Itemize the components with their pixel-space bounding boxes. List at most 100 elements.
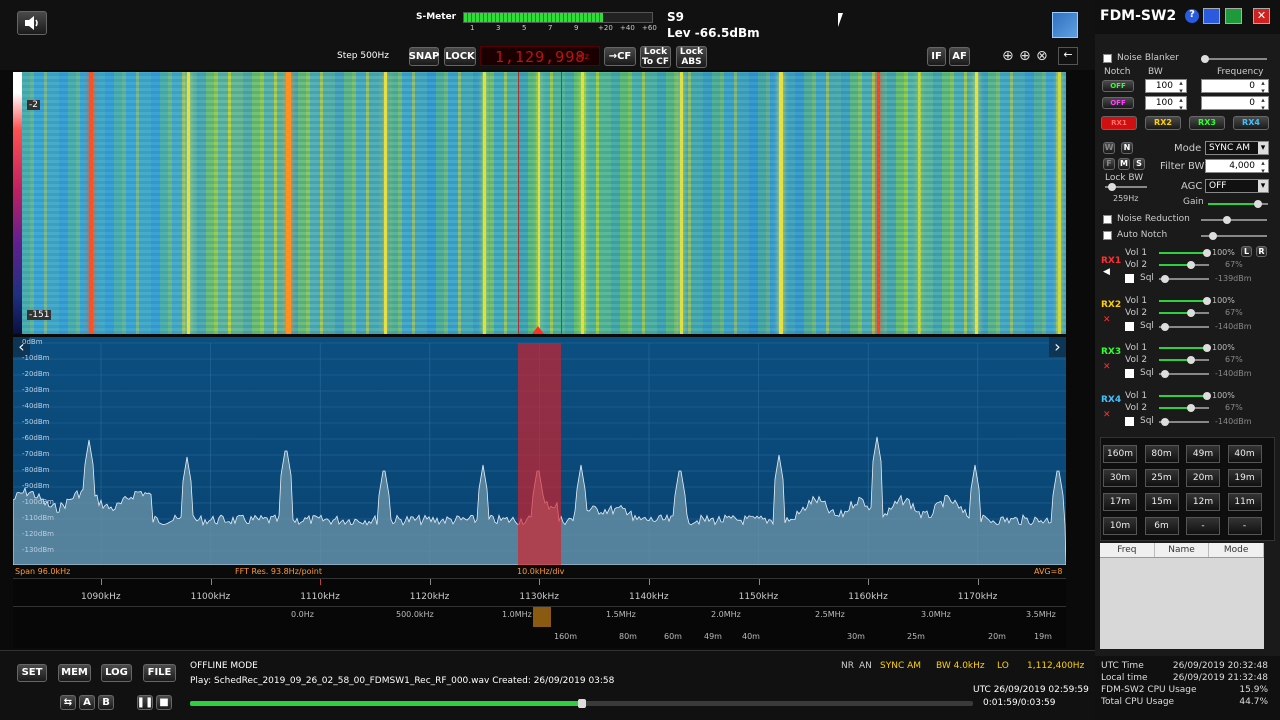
vol1-knob[interactable] [1203,391,1211,400]
vol1-slider[interactable] [1159,296,1211,305]
notch-1-toggle[interactable]: OFF [1102,80,1134,92]
band-button-12m[interactable]: 12m [1186,493,1220,511]
lock-to-cf-button[interactable]: Lock To CF [640,46,671,68]
mode-select[interactable]: SYNC AM [1205,141,1269,155]
band-button-30m[interactable]: 30m [1103,469,1137,487]
band-button-17m[interactable]: 17m [1103,493,1137,511]
sql-checkbox[interactable] [1125,416,1134,426]
vol1-knob[interactable] [1203,249,1211,257]
noise-reduction-slider[interactable] [1201,216,1267,224]
speaker-button[interactable] [17,11,47,35]
snap-button[interactable]: SNAP [409,47,439,66]
filter-s-button[interactable]: S [1133,158,1145,170]
tuning-marker-icon[interactable] [532,326,544,334]
auto-notch-slider[interactable] [1201,232,1267,240]
rx1-tab[interactable]: RX1 [1101,116,1137,130]
maximize-button[interactable] [1225,8,1242,24]
mem-button[interactable]: MEM [58,664,91,682]
notch-2-bw[interactable]: 100 [1145,96,1187,112]
rx2-tab[interactable]: RX2 [1145,116,1181,130]
gain-slider[interactable] [1208,200,1268,208]
speaker-mute-icon[interactable]: ✕ [1103,410,1111,420]
af-button[interactable]: AF [949,47,970,66]
filter-passband[interactable] [518,343,561,565]
vol1-slider[interactable] [1159,344,1211,352]
sql-slider[interactable] [1159,275,1209,283]
rx4-tab[interactable]: RX4 [1233,116,1269,130]
vol2-slider[interactable] [1159,356,1209,364]
filter-m-button[interactable]: M [1118,158,1130,170]
memory-column-name[interactable]: Name [1155,543,1210,557]
auto-notch-checkbox[interactable] [1103,231,1112,240]
band-button-160m[interactable]: 160m [1103,445,1137,463]
memory-column-freq[interactable]: Freq [1100,543,1155,557]
spectrum-display[interactable]: ‹ › 0dBm -10dBm -20dBm -30dBm -40dBm -50dBm -6… [13,337,1066,565]
fullscreen-icon[interactable] [1052,12,1078,38]
narrow-button[interactable]: N [1121,142,1133,154]
notch-2-frequency[interactable]: 0 [1201,96,1269,112]
vol1-slider[interactable] [1159,391,1211,400]
sql-slider[interactable] [1159,322,1209,331]
zoom-in-icon[interactable]: ⊕ [1002,48,1014,64]
sql-knob[interactable] [1161,275,1169,283]
playback-knob[interactable] [577,699,586,708]
band-button-40m[interactable]: 40m [1227,445,1262,463]
collapse-arrow-icon[interactable]: ← [1058,47,1078,65]
if-button[interactable]: IF [927,47,946,66]
zoom-out-icon[interactable]: ⊗ [1036,48,1048,64]
band-button--[interactable]: - [1186,517,1220,535]
band-button-19m[interactable]: 19m [1227,469,1262,487]
sql-knob[interactable] [1161,417,1169,426]
noise-reduction-checkbox[interactable] [1103,215,1112,224]
scroll-right-icon[interactable]: › [1049,337,1066,357]
vol1-slider[interactable] [1159,249,1211,257]
pause-button[interactable]: ❚❚ [137,695,153,710]
band-button-49m[interactable]: 49m [1186,445,1220,463]
band-button--[interactable]: - [1227,517,1262,535]
vol1-knob[interactable] [1203,344,1211,352]
noise-blanker-checkbox[interactable] [1103,54,1112,63]
vol2-knob[interactable] [1187,308,1195,317]
log-button[interactable]: LOG [101,664,132,682]
vol2-knob[interactable] [1187,403,1195,412]
sql-slider[interactable] [1159,417,1209,426]
center-frequency-button[interactable]: →CF [604,47,636,66]
notch-2-toggle[interactable]: OFF [1102,97,1134,109]
band-button-25m[interactable]: 25m [1144,469,1179,487]
frequency-display[interactable]: 1,129,998 Hz [480,46,600,66]
vol2-slider[interactable] [1159,308,1209,317]
notch-1-bw[interactable]: 100 [1145,79,1187,95]
lock-button[interactable]: LOCK [444,47,476,66]
vol1-knob[interactable] [1203,296,1211,305]
notch-1-frequency[interactable]: 0 [1201,79,1269,95]
vol2-knob[interactable] [1187,356,1195,364]
speaker-mute-icon[interactable]: ✕ [1103,315,1111,325]
filter-f-button[interactable]: F [1103,158,1115,170]
rx3-tab[interactable]: RX3 [1189,116,1225,130]
band-button-10m[interactable]: 10m [1103,517,1137,535]
minimize-button[interactable] [1203,8,1220,24]
playback-progress[interactable] [190,699,973,708]
help-icon[interactable]: ? [1185,9,1199,23]
band-button-20m[interactable]: 20m [1186,469,1220,487]
stop-button[interactable]: ■ [156,695,172,710]
speaker-mute-icon[interactable]: ✕ [1103,362,1111,372]
bw-slider[interactable] [1105,183,1147,191]
sql-checkbox[interactable] [1125,274,1134,283]
memory-column-mode[interactable]: Mode [1209,543,1265,557]
wide-button[interactable]: W [1103,142,1115,154]
band-position-marker[interactable] [533,607,551,627]
vol2-slider[interactable] [1159,403,1209,412]
marker-b-button[interactable]: B [98,695,114,710]
memory-list[interactable]: Freq Name Mode [1100,543,1265,649]
file-button[interactable]: FILE [143,664,176,682]
frequency-scale[interactable]: 1090kHz 1100kHz 1110kHz 1120kHz 1130kHz 1140k… [13,578,1066,648]
lock-abs-button[interactable]: Lock ABS [676,46,707,68]
filter-bw-input[interactable]: 4,000 [1205,159,1269,175]
sql-knob[interactable] [1161,322,1169,331]
sql-knob[interactable] [1161,370,1169,378]
sql-checkbox[interactable] [1125,369,1134,378]
speaker-mute-icon[interactable]: ◀ [1103,267,1110,277]
marker-a-button[interactable]: A [79,695,95,710]
band-button-6m[interactable]: 6m [1144,517,1179,535]
